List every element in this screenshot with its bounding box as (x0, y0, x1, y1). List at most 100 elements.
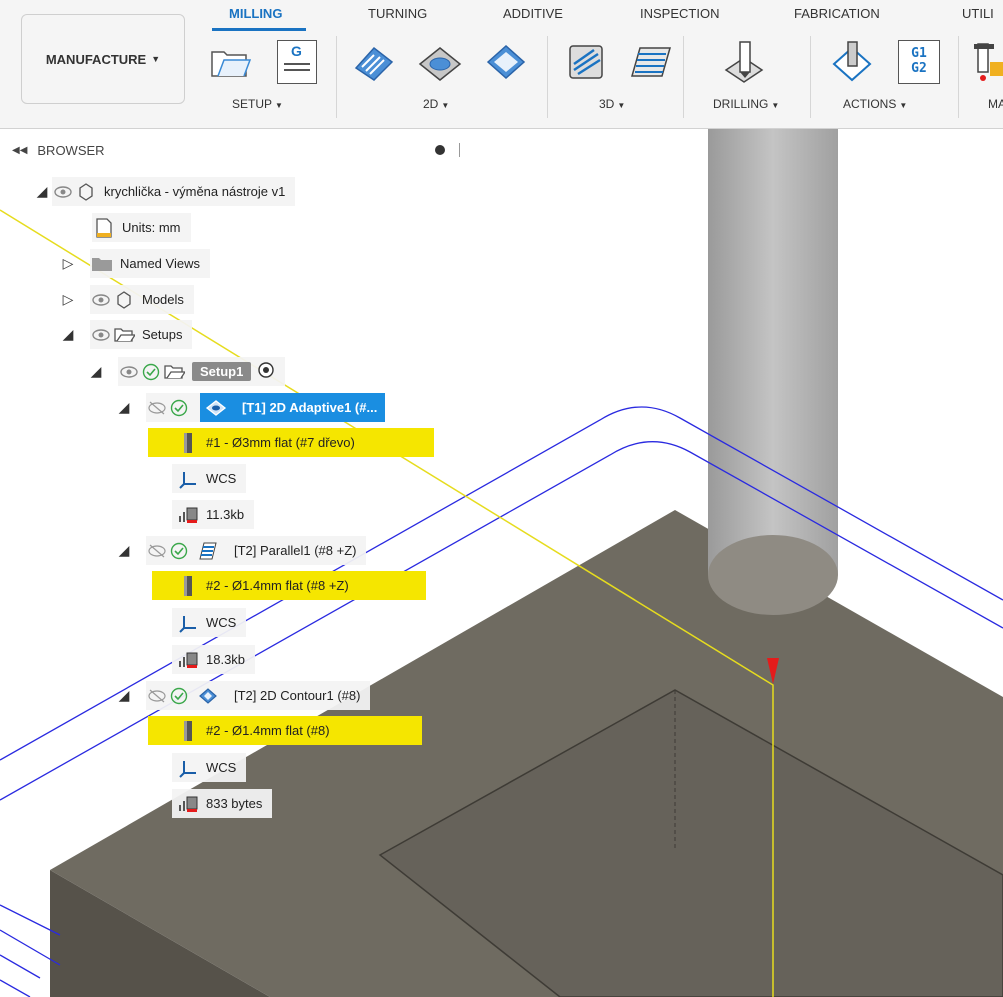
setup1-label: Setup1 (192, 362, 252, 381)
tree-node-tool-1[interactable]: #1 - Ø3mm flat (#7 dřevo) (148, 428, 434, 457)
collapse-triangle-icon[interactable]: ◢ (86, 363, 106, 380)
collapse-triangle-icon[interactable]: ◢ (114, 542, 134, 559)
tree-node-operation-1[interactable]: ◢ [T1] 2D Adaptive1 (#... (114, 393, 386, 422)
tree-node-named-views[interactable]: ▷ Named Views (58, 249, 210, 278)
tree-node-size-2[interactable]: 18.3kb (172, 645, 256, 674)
folder-icon (90, 252, 114, 276)
collapse-triangle-icon[interactable]: ◢ (114, 687, 134, 704)
tab-utilities[interactable]: UTILI (962, 6, 994, 21)
tree-node-wcs-1[interactable]: WCS (172, 464, 247, 493)
size-2-label: 18.3kb (206, 652, 246, 667)
size-1-label: 11.3kb (206, 507, 245, 522)
expand-triangle-icon[interactable]: ▷ (58, 291, 78, 308)
operation-1-label: [T1] 2D Adaptive1 (#... (242, 400, 378, 415)
eye-icon[interactable] (52, 181, 74, 203)
nc-program-text: G (291, 43, 302, 59)
collapse-browser-icon[interactable]: ◀◀ (12, 145, 27, 156)
parallel-3d-icon[interactable] (628, 40, 672, 84)
tab-additive[interactable]: ADDITIVE (503, 6, 563, 21)
check-circle-icon (140, 361, 162, 383)
toolpath-size-icon (176, 792, 200, 816)
toolpath-size-icon (176, 648, 200, 672)
pin-icon[interactable] (435, 145, 445, 155)
check-circle-icon (168, 540, 190, 562)
collapse-triangle-icon[interactable]: ◢ (32, 183, 52, 200)
named-views-label: Named Views (120, 256, 200, 271)
workspace-label: MANUFACTURE (45, 51, 147, 67)
tab-inspection[interactable]: INSPECTION (640, 6, 719, 21)
nc-program-icon[interactable]: G (277, 40, 317, 84)
simulate-icon[interactable] (830, 40, 874, 84)
eye-icon[interactable] (118, 361, 140, 383)
setups-label: Setups (142, 327, 183, 342)
browser-header: ◀◀ BROWSER (8, 137, 460, 163)
tree-node-setups[interactable]: ◢ Setups (58, 320, 193, 349)
check-circle-icon (168, 397, 190, 419)
tool-2-label: #2 - Ø1.4mm flat (#8 +Z) (206, 578, 349, 593)
new-setup-icon[interactable] (208, 40, 252, 84)
contour-2d-icon[interactable] (484, 40, 528, 84)
collapse-triangle-icon[interactable]: ◢ (114, 399, 134, 416)
eye-hidden-icon[interactable] (146, 397, 168, 419)
eye-hidden-icon[interactable] (146, 685, 168, 707)
group-label-2d-text: 2D (423, 97, 439, 111)
wcs-axes-icon (176, 467, 200, 491)
activate-radio-icon[interactable] (257, 361, 275, 382)
divider (336, 36, 337, 118)
browser-title: BROWSER (37, 142, 105, 158)
tree-node-models[interactable]: ▷ Models (58, 285, 194, 314)
selected-operation[interactable]: [T1] 2D Adaptive1 (#... (200, 393, 386, 422)
group-label-drilling-text: DRILLING (713, 97, 769, 111)
tree-node-size-3[interactable]: 833 bytes (172, 789, 273, 818)
group-label-3d[interactable]: 3D ▼ (599, 97, 625, 111)
group-label-setup[interactable]: SETUP ▼ (232, 97, 283, 111)
eye-icon[interactable] (90, 289, 112, 311)
tab-turning[interactable]: TURNING (368, 6, 427, 21)
wcs-axes-icon (176, 611, 200, 635)
pocket-2d-icon[interactable] (418, 40, 462, 84)
adaptive-3d-icon[interactable] (564, 40, 608, 84)
tree-node-wcs-3[interactable]: WCS (172, 753, 247, 782)
tool-3-label: #2 - Ø1.4mm flat (#8) (206, 723, 330, 738)
expand-triangle-icon[interactable]: ▷ (58, 255, 78, 272)
operation-3-label: [T2] 2D Contour1 (#8) (234, 688, 361, 703)
tree-node-tool-2[interactable]: #2 - Ø1.4mm flat (#8 +Z) (152, 571, 426, 600)
divider (810, 36, 811, 118)
drill-icon[interactable] (722, 40, 766, 84)
eye-hidden-icon[interactable] (146, 540, 168, 562)
setup-folder-icon (162, 360, 186, 384)
group-label-3d-text: 3D (599, 97, 615, 111)
tab-milling[interactable]: MILLING (229, 6, 282, 21)
tab-fabrication[interactable]: FABRICATION (794, 6, 880, 21)
size-3-label: 833 bytes (206, 796, 263, 811)
collapse-triangle-icon[interactable]: ◢ (58, 326, 78, 343)
tree-node-units[interactable]: Units: mm (92, 213, 191, 242)
tool-1-label: #1 - Ø3mm flat (#7 dřevo) (206, 435, 355, 450)
tree-node-operation-3[interactable]: ◢ [T2] 2D Contour1 (#8) (114, 681, 371, 710)
group-label-2d[interactable]: 2D ▼ (423, 97, 449, 111)
adaptive-clearing-icon[interactable] (352, 40, 396, 84)
group-label-drilling[interactable]: DRILLING ▼ (713, 97, 779, 111)
check-circle-icon (168, 685, 190, 707)
group-label-actions[interactable]: ACTIONS ▼ (843, 97, 907, 111)
parallel-icon (196, 539, 220, 563)
endmill-icon (176, 574, 200, 598)
endmill-icon (176, 431, 200, 455)
group-label-manage[interactable]: MA (988, 97, 1003, 111)
tree-node-size-1[interactable]: 11.3kb (172, 500, 255, 529)
eye-icon[interactable] (90, 324, 112, 346)
tree-node-tool-3[interactable]: #2 - Ø1.4mm flat (#8) (148, 716, 422, 745)
adaptive-2d-icon (204, 396, 228, 420)
tree-node-operation-2[interactable]: ◢ [T2] Parallel1 (#8 +Z) (114, 536, 367, 565)
post-process-icon[interactable]: G1 G2 (898, 40, 940, 84)
browser-resize-handle[interactable] (459, 143, 460, 157)
active-tab-indicator (212, 28, 306, 31)
tree-node-setup1[interactable]: ◢ Setup1 (86, 357, 286, 386)
tree-node-root[interactable]: ◢ krychlička - výměna nástroje v1 (32, 177, 296, 206)
chevron-down-icon: ▼ (151, 54, 161, 64)
workspace-switcher[interactable]: MANUFACTURE ▼ (21, 14, 185, 104)
tool-library-icon[interactable] (970, 40, 1003, 84)
tree-node-wcs-2[interactable]: WCS (172, 608, 247, 637)
contour-2d-icon (196, 684, 220, 708)
wcs-2-label: WCS (206, 615, 237, 630)
